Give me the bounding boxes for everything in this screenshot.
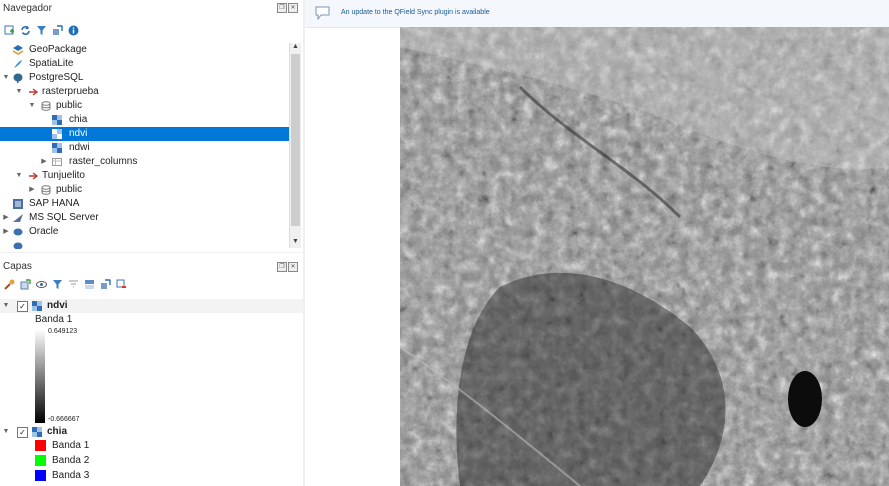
- tree-item-tunjuelito[interactable]: ▼ Tunjuelito: [0, 169, 289, 183]
- expanded-arrow-icon[interactable]: ▼: [2, 299, 10, 313]
- tree-item-sap-hana[interactable]: SAP HANA: [0, 197, 289, 211]
- layer-ndvi[interactable]: ▼ ✓ ndvi: [0, 299, 303, 313]
- filter-legend-icon[interactable]: [52, 279, 63, 290]
- legend-band-item: Banda 1: [0, 439, 303, 453]
- raster-icon: [52, 143, 62, 153]
- legend-band-label: Banda 1: [35, 314, 73, 325]
- green-swatch: [35, 455, 46, 466]
- float-panel-button[interactable]: ❐: [277, 262, 287, 272]
- raster-icon: [52, 115, 62, 125]
- filter-icon[interactable]: [36, 25, 47, 36]
- map-canvas[interactable]: An update to the QField Sync plugin is a…: [305, 0, 889, 486]
- blue-swatch: [35, 470, 46, 481]
- scroll-up-icon[interactable]: ▲: [290, 43, 301, 53]
- tree-item-partial[interactable]: [0, 239, 289, 249]
- navigator-title: Navegador: [3, 3, 52, 14]
- tree-item-rasterprueba[interactable]: ▼ rasterprueba: [0, 85, 289, 99]
- tree-item-public[interactable]: ▼ public: [0, 99, 289, 113]
- visibility-eye-icon[interactable]: [36, 279, 47, 290]
- ndvi-raster-image: [400, 27, 889, 486]
- database-icon: [13, 242, 23, 249]
- expanded-arrow-icon[interactable]: ▼: [28, 99, 36, 113]
- feather-icon: [14, 60, 22, 68]
- collapse-all-icon[interactable]: [100, 279, 111, 290]
- tree-item-spatialite[interactable]: SpatiaLite: [0, 57, 289, 71]
- message-text: An update to the QField Sync plugin is a…: [341, 9, 490, 16]
- navigator-toolbar: [4, 25, 79, 36]
- expanded-arrow-icon[interactable]: ▼: [15, 85, 23, 99]
- close-panel-button[interactable]: ✕: [288, 262, 298, 272]
- collapse-all-icon[interactable]: [52, 25, 63, 36]
- connection-icon: [29, 172, 38, 180]
- add-selected-icon[interactable]: [4, 25, 15, 36]
- red-swatch: [35, 440, 46, 451]
- message-bar: An update to the QField Sync plugin is a…: [305, 0, 889, 28]
- connection-icon: [29, 88, 38, 96]
- style-brush-icon[interactable]: [4, 279, 15, 290]
- navigator-panel-buttons: ❐ ✕: [277, 3, 298, 13]
- expanded-arrow-icon[interactable]: ▼: [2, 425, 10, 439]
- expanded-arrow-icon[interactable]: ▼: [15, 169, 23, 183]
- raster-icon: [32, 301, 42, 311]
- layers-panel-buttons: ❐ ✕: [277, 262, 298, 272]
- tree-item-geopackage[interactable]: GeoPackage: [0, 43, 289, 57]
- legend-min-value: -0.666667: [48, 416, 80, 423]
- mssql-icon: [13, 214, 23, 222]
- legend-max-value: 0.649123: [48, 328, 78, 335]
- collapsed-arrow-icon[interactable]: ▶: [28, 183, 36, 197]
- layer-chia[interactable]: ▼ ✓ chia: [0, 425, 303, 439]
- properties-icon[interactable]: [68, 25, 79, 36]
- navigator-panel: Navegador ❐ ✕ GeoPackage SpatiaLite ▼ Po…: [0, 0, 303, 252]
- database-icon: [13, 199, 23, 209]
- raster-icon: [32, 427, 42, 437]
- tree-item-public-2[interactable]: ▶ public: [0, 183, 289, 197]
- legend-band-item: Banda 2: [0, 454, 303, 468]
- legend-gradient-ramp: [35, 329, 45, 423]
- tree-item-chia[interactable]: chia: [0, 113, 289, 127]
- schema-icon: [41, 101, 51, 111]
- oracle-icon: [13, 228, 23, 236]
- legend-band-item: Banda 3: [0, 469, 303, 483]
- add-group-icon[interactable]: [20, 279, 31, 290]
- tree-item-oracle[interactable]: ▶ Oracle: [0, 225, 289, 239]
- float-panel-button[interactable]: ❐: [277, 3, 287, 13]
- table-icon: [52, 158, 62, 166]
- collapsed-arrow-icon[interactable]: ▶: [2, 225, 10, 239]
- geopackage-icon: [13, 45, 23, 55]
- filter-expression-icon[interactable]: [68, 279, 79, 290]
- collapsed-arrow-icon[interactable]: ▶: [40, 155, 48, 169]
- scroll-thumb[interactable]: [291, 54, 300, 226]
- tree-item-postgresql[interactable]: ▼ PostgreSQL: [0, 71, 289, 85]
- expanded-arrow-icon[interactable]: ▼: [2, 71, 10, 85]
- layer-visibility-checkbox[interactable]: ✓: [17, 301, 28, 312]
- browser-tree: GeoPackage SpatiaLite ▼ PostgreSQL ▼ ras…: [0, 43, 289, 250]
- raster-icon: [52, 129, 62, 139]
- scroll-down-icon[interactable]: ▼: [290, 238, 301, 248]
- layer-visibility-checkbox[interactable]: ✓: [17, 427, 28, 438]
- expand-all-icon[interactable]: [84, 279, 95, 290]
- tree-item-ms-sql-server[interactable]: ▶ MS SQL Server: [0, 211, 289, 225]
- layers-title: Capas: [3, 261, 32, 272]
- elephant-icon: [13, 73, 23, 83]
- collapsed-arrow-icon[interactable]: ▶: [2, 211, 10, 225]
- close-panel-button[interactable]: ✕: [288, 3, 298, 13]
- schema-icon: [41, 185, 51, 195]
- tree-item-ndvi[interactable]: ndvi: [0, 127, 289, 141]
- tree-item-raster-columns[interactable]: ▶ raster_columns: [0, 155, 289, 169]
- navigator-scrollbar[interactable]: ▲ ▼: [289, 43, 301, 248]
- speech-bubble-icon: [315, 6, 330, 20]
- remove-layer-icon[interactable]: [116, 279, 127, 290]
- tree-item-ndwi[interactable]: ndwi: [0, 141, 289, 155]
- layers-toolbar: [4, 279, 127, 290]
- layers-panel: Capas ❐ ✕ ▼ ✓ ndvi Banda 1 0.649123 -0.6…: [0, 253, 303, 486]
- refresh-icon[interactable]: [20, 25, 31, 36]
